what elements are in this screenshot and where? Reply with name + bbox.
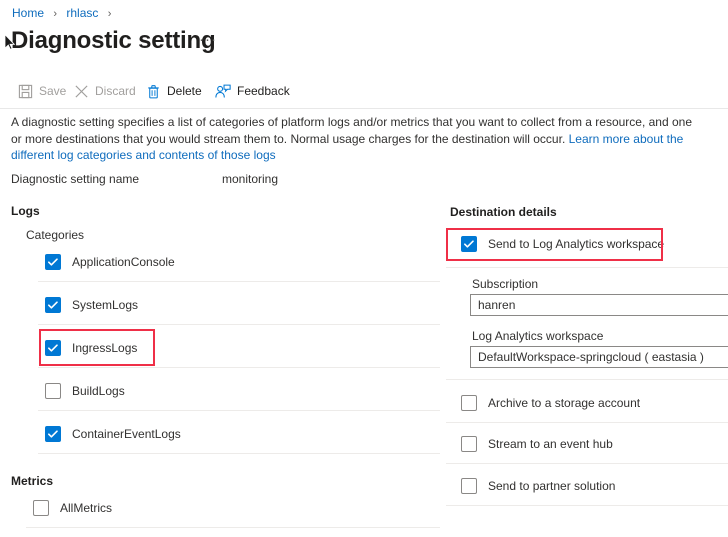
destination-details-heading: Destination details bbox=[450, 204, 557, 220]
checkbox-label-applicationconsole: ApplicationConsole bbox=[72, 254, 175, 270]
feedback-button-label: Feedback bbox=[237, 83, 290, 99]
divider bbox=[446, 267, 728, 268]
diagnostic-setting-name-label: Diagnostic setting name bbox=[11, 171, 139, 187]
divider bbox=[446, 379, 728, 380]
checkbox-systemlogs[interactable] bbox=[45, 297, 61, 313]
breadcrumb-item-home[interactable]: Home bbox=[12, 6, 44, 20]
discard-button[interactable]: Discard bbox=[74, 80, 136, 102]
page-title: Diagnostic setting bbox=[11, 26, 215, 56]
breadcrumb-item-rhlasc[interactable]: rhlasc bbox=[66, 6, 98, 20]
subscription-label: Subscription bbox=[472, 276, 538, 292]
more-options-button[interactable]: ··· bbox=[199, 30, 217, 50]
checkbox-allmetrics[interactable] bbox=[33, 500, 49, 516]
checkbox-row-systemlogs[interactable]: SystemLogs bbox=[45, 292, 138, 318]
divider bbox=[446, 463, 728, 464]
checkbox-label-archive-storage-account: Archive to a storage account bbox=[488, 395, 640, 411]
divider bbox=[446, 422, 728, 423]
description-text: A diagnostic setting specifies a list of… bbox=[11, 114, 692, 164]
checkbox-stream-event-hub[interactable] bbox=[461, 436, 477, 452]
checkbox-label-stream-event-hub: Stream to an event hub bbox=[488, 436, 613, 452]
breadcrumb-separator-icon: › bbox=[53, 8, 57, 20]
delete-icon bbox=[146, 84, 161, 99]
checkbox-label-ingresslogs: IngressLogs bbox=[72, 340, 137, 356]
feedback-button[interactable]: Feedback bbox=[215, 80, 290, 102]
logs-categories-label: Categories bbox=[26, 227, 84, 243]
divider bbox=[38, 367, 440, 368]
diagnostic-setting-name-value: monitoring bbox=[222, 171, 278, 187]
checkbox-label-systemlogs: SystemLogs bbox=[72, 297, 138, 313]
divider bbox=[38, 281, 440, 282]
checkbox-label-buildlogs: BuildLogs bbox=[72, 383, 125, 399]
discard-button-label: Discard bbox=[95, 83, 136, 99]
divider bbox=[446, 505, 728, 506]
checkbox-row-buildlogs[interactable]: BuildLogs bbox=[45, 378, 125, 404]
metrics-heading: Metrics bbox=[11, 473, 53, 489]
checkbox-label-send-partner-solution: Send to partner solution bbox=[488, 478, 615, 494]
breadcrumb-separator-icon-2: › bbox=[108, 8, 112, 20]
checkbox-row-send-to-log-analytics[interactable]: Send to Log Analytics workspace bbox=[461, 231, 664, 257]
divider bbox=[26, 527, 440, 528]
subscription-dropdown[interactable]: hanren bbox=[470, 294, 728, 316]
breadcrumb: Home › rhlasc › bbox=[12, 5, 117, 22]
checkbox-row-applicationconsole[interactable]: ApplicationConsole bbox=[45, 249, 175, 275]
divider bbox=[38, 410, 440, 411]
log-analytics-workspace-value: DefaultWorkspace-springcloud ( eastasia … bbox=[471, 349, 704, 365]
save-button-label: Save bbox=[39, 83, 66, 99]
subscription-value: hanren bbox=[471, 297, 515, 313]
checkbox-row-archive-storage-account[interactable]: Archive to a storage account bbox=[461, 390, 640, 416]
delete-button-label: Delete bbox=[167, 83, 202, 99]
logs-heading: Logs bbox=[11, 203, 40, 219]
checkbox-buildlogs[interactable] bbox=[45, 383, 61, 399]
checkbox-send-to-log-analytics[interactable] bbox=[461, 236, 477, 252]
checkbox-row-send-partner-solution[interactable]: Send to partner solution bbox=[461, 473, 615, 499]
save-button[interactable]: Save bbox=[18, 80, 66, 102]
save-icon bbox=[18, 84, 33, 99]
checkbox-containereventlogs[interactable] bbox=[45, 426, 61, 442]
checkbox-label-containereventlogs: ContainerEventLogs bbox=[72, 426, 181, 442]
feedback-icon bbox=[215, 84, 231, 99]
checkbox-row-ingresslogs[interactable]: IngressLogs bbox=[45, 335, 137, 361]
mouse-pointer-icon bbox=[4, 34, 15, 50]
checkbox-row-allmetrics[interactable]: AllMetrics bbox=[33, 495, 112, 521]
command-bar: Save Discard Delete Fee bbox=[0, 74, 728, 109]
checkbox-ingresslogs[interactable] bbox=[45, 340, 61, 356]
checkbox-label-allmetrics: AllMetrics bbox=[60, 500, 112, 516]
checkbox-row-containereventlogs[interactable]: ContainerEventLogs bbox=[45, 421, 181, 447]
checkbox-applicationconsole[interactable] bbox=[45, 254, 61, 270]
delete-button[interactable]: Delete bbox=[146, 80, 202, 102]
log-analytics-workspace-label: Log Analytics workspace bbox=[472, 328, 603, 344]
checkbox-label-send-to-log-analytics: Send to Log Analytics workspace bbox=[488, 236, 664, 252]
discard-icon bbox=[74, 84, 89, 99]
divider bbox=[38, 324, 440, 325]
divider bbox=[38, 453, 440, 454]
log-analytics-workspace-dropdown[interactable]: DefaultWorkspace-springcloud ( eastasia … bbox=[470, 346, 728, 368]
checkbox-archive-storage-account[interactable] bbox=[461, 395, 477, 411]
checkbox-send-partner-solution[interactable] bbox=[461, 478, 477, 494]
checkbox-row-stream-event-hub[interactable]: Stream to an event hub bbox=[461, 431, 613, 457]
